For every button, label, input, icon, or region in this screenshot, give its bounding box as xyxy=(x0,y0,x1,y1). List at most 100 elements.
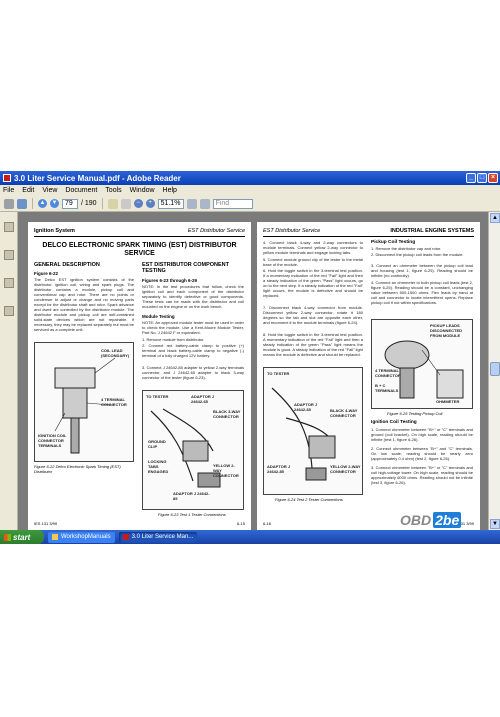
label: ADAPTOR J 24642-85 xyxy=(267,464,291,474)
zoom-out-icon[interactable]: − xyxy=(133,199,143,208)
find-input[interactable]: Find xyxy=(212,198,253,209)
email-icon[interactable] xyxy=(17,198,27,209)
pdf-icon xyxy=(122,534,129,540)
label: LOCKING TABS ENGAGED xyxy=(148,459,169,474)
step: 3. Connect J 24642-85 adapter to yellow … xyxy=(142,365,244,380)
vertical-scrollbar[interactable]: ▲ ▼ xyxy=(488,212,500,530)
window-controls: _ □ × xyxy=(466,173,498,183)
label: PICKUP LEADS DISCONNECTED FROM MODULE xyxy=(430,323,463,338)
figure-caption: Figure 6-23 Test 1 Tester Connections xyxy=(158,512,226,517)
window-title-bar[interactable]: 3.0 Liter Service Manual.pdf - Adobe Rea… xyxy=(0,171,500,185)
label: GROUND CLIP xyxy=(148,439,166,449)
label: OHMMETER xyxy=(436,399,460,404)
step: 1. Remove the distributor cap and rotor. xyxy=(371,246,442,251)
zoom-in-icon[interactable]: + xyxy=(145,199,155,208)
menu-tools[interactable]: Tools xyxy=(105,187,121,194)
label: COIL LEAD (SECONDARY) xyxy=(101,348,130,358)
minimize-button[interactable]: _ xyxy=(466,173,476,183)
previous-page-icon[interactable]: ▲ xyxy=(38,199,47,208)
menu-bar: File Edit View Document Tools Window Hel… xyxy=(0,185,500,196)
label: IGNITION COIL CONNECTOR TERMINALS xyxy=(38,433,67,448)
maximize-button[interactable]: □ xyxy=(477,173,487,183)
header-left: Ignition System xyxy=(34,228,75,234)
menu-help[interactable]: Help xyxy=(163,187,177,194)
page-total: / 190 xyxy=(81,200,97,207)
label: YELLOW 2-WAY CONNECTOR xyxy=(330,464,361,474)
test2-connections-drawing xyxy=(271,387,336,481)
figure-ref: Figures 6-23 through 6-29 xyxy=(142,278,198,283)
label: BLACK 3-WAY CONNECTOR xyxy=(213,409,241,419)
close-button[interactable]: × xyxy=(488,173,498,183)
taskbar-item-workshop[interactable]: WorkshopManuals xyxy=(48,531,115,543)
figure-ref: Figure 6-22 xyxy=(34,271,59,276)
menu-window[interactable]: Window xyxy=(130,187,155,194)
menu-edit[interactable]: Edit xyxy=(22,187,34,194)
section-heading: EST DISTRIBUTOR COMPONENT TESTING xyxy=(142,262,229,274)
label: 4 TERMINAL CONNECTOR xyxy=(101,397,127,407)
fit-page-icon[interactable] xyxy=(186,198,197,209)
subsection-heading: Module Testing xyxy=(142,314,175,319)
next-page-icon[interactable]: ▼ xyxy=(50,199,59,208)
navigation-panel xyxy=(0,212,18,530)
label: ADAPTOR J 24642-85 xyxy=(173,491,210,501)
step: 8. Hold the toggle switch in the 3-termi… xyxy=(263,332,363,357)
figure-caption: Figure 6-24 Test 2 Tester Connections xyxy=(275,497,343,502)
taskbar-item-reader[interactable]: 3.0 Liter Service Man... xyxy=(118,531,198,543)
label: YELLOW 2-WAY CONNECTOR xyxy=(213,463,239,478)
step: 2. Connect red battery-cable clamp to po… xyxy=(142,343,244,358)
select-tool-icon[interactable] xyxy=(120,198,131,209)
start-label: start xyxy=(13,532,31,542)
body-text: NOTE: In the test procedures that follow… xyxy=(142,284,244,309)
scroll-thumb[interactable] xyxy=(490,362,500,376)
page-header: Ignition System EST Distributor Service xyxy=(34,228,245,237)
step: 7. Disconnect black 4-way connector from… xyxy=(263,305,363,325)
menu-file[interactable]: File xyxy=(3,187,14,194)
step: 4. Connect black 4-way and 2-way connect… xyxy=(263,240,363,255)
label: B + C TERMINALS xyxy=(375,383,399,393)
step: 1. Remove module from distributor. xyxy=(142,337,205,342)
label: BLACK 4-WAY CONNECTOR xyxy=(330,408,358,418)
figure-caption: Figure 6-22 Delco Electronic Spark Timin… xyxy=(34,464,121,474)
step: 3. Connect an ohmmeter between the picku… xyxy=(371,263,473,278)
adobe-reader-icon xyxy=(3,174,11,182)
page-header: EST Distributor Service INDUSTRIAL ENGIN… xyxy=(263,228,474,237)
watermark-logo: OBD 2be xyxy=(398,512,462,528)
bookmarks-icon[interactable] xyxy=(3,250,14,260)
footer-left: 6-16 xyxy=(263,521,272,526)
document-view[interactable]: Ignition System EST Distributor Service … xyxy=(18,212,488,530)
toolbar: ▲ ▼ 79 / 190 − + 51.1% Find xyxy=(0,196,500,212)
footer-right: 6-15 xyxy=(236,521,245,526)
pdf-page-right: EST Distributor Service INDUSTRIAL ENGIN… xyxy=(257,222,480,530)
pdf-page-left: Ignition System EST Distributor Service … xyxy=(28,222,251,530)
hand-tool-icon[interactable] xyxy=(107,198,118,209)
scroll-up-icon[interactable]: ▲ xyxy=(490,213,500,223)
windows-logo-icon xyxy=(4,533,11,541)
step: 3. Connect ohmmeter between "B+" or "C" … xyxy=(371,465,473,485)
footer-left: IES 131 3/99 xyxy=(34,521,58,526)
menu-view[interactable]: View xyxy=(42,187,57,194)
taskbar: start WorkshopManuals 3.0 Liter Service … xyxy=(0,530,500,544)
label: TO TESTER xyxy=(267,371,290,376)
figure-test2-connections: TO TESTER ADAPTOR J 24642-65 BLACK 4-WAY… xyxy=(263,367,363,495)
step: 2. Connect ohmmeter between "B+" and "C"… xyxy=(371,446,473,461)
scroll-down-icon[interactable]: ▼ xyxy=(490,519,500,529)
print-icon[interactable] xyxy=(4,198,14,209)
fit-width-icon[interactable] xyxy=(199,198,210,209)
section-heading: GENERAL DESCRIPTION xyxy=(34,262,100,268)
zoom-input[interactable]: 51.1% xyxy=(157,198,184,209)
page-footer: IES 131 3/99 6-15 xyxy=(34,521,245,526)
pages-icon[interactable] xyxy=(3,222,14,232)
window-title: 3.0 Liter Service Manual.pdf - Adobe Rea… xyxy=(14,173,181,183)
comments-icon[interactable] xyxy=(3,306,14,316)
start-button[interactable]: start xyxy=(0,530,44,544)
page-title: DELCO ELECTRONIC SPARK TIMING (EST) DIST… xyxy=(42,242,237,257)
subsection-heading: Ignition Coil Testing xyxy=(371,420,417,425)
subsection-heading: Pickup Coil Testing xyxy=(371,240,416,245)
step: 4. Connect an ohmmeter to both pickup co… xyxy=(371,280,473,305)
attachments-icon[interactable] xyxy=(3,278,14,288)
label: ADAPTOR J 24642-65 xyxy=(191,394,215,404)
figure-tester-connections: TO TESTER ADAPTOR J 24642-65 BLACK 3-WAY… xyxy=(142,390,244,510)
menu-document[interactable]: Document xyxy=(65,187,97,194)
page-number-input[interactable]: 79 xyxy=(62,198,78,209)
label: 4 TERMINAL CONNECTOR xyxy=(375,368,401,378)
